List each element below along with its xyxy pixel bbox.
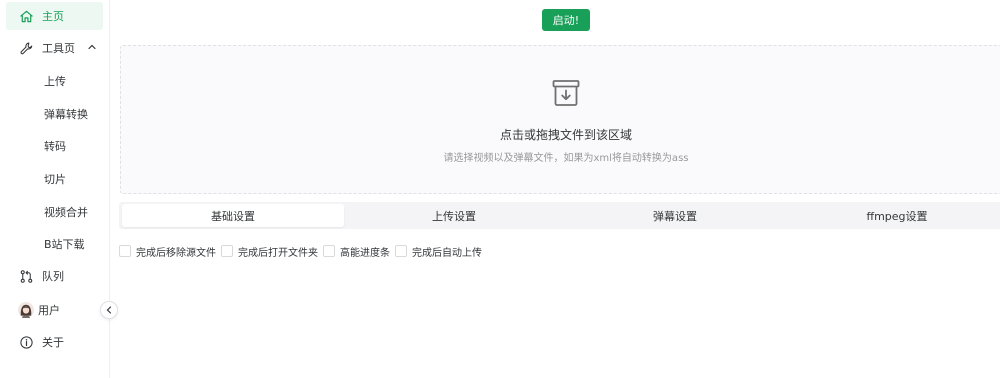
- tab-upload-settings[interactable]: 上传设置: [343, 204, 565, 227]
- sidebar-item-label: B站下载: [44, 238, 85, 251]
- sidebar-subitem-transcode[interactable]: 转码: [6, 132, 103, 160]
- start-button[interactable]: 启动!: [542, 9, 590, 31]
- checkbox[interactable]: [395, 245, 407, 257]
- basic-options: 完成后移除源文件 完成后打开文件夹 高能进度条 完成后自动上传: [119, 243, 487, 259]
- option-open-folder[interactable]: 完成后打开文件夹: [221, 244, 318, 259]
- checkbox[interactable]: [323, 245, 335, 257]
- sidebar-item-label: 视频合并: [44, 206, 88, 219]
- checkbox[interactable]: [221, 245, 233, 257]
- option-label: 完成后自动上传: [412, 247, 482, 259]
- chevron-up-icon: [87, 42, 97, 55]
- tab-danmaku-settings[interactable]: 弹幕设置: [564, 204, 786, 227]
- sidebar-item-about[interactable]: 关于: [6, 328, 103, 356]
- option-auto-upload[interactable]: 完成后自动上传: [395, 244, 482, 259]
- info-icon: [18, 334, 34, 350]
- tab-basic-settings[interactable]: 基础设置: [122, 204, 344, 227]
- sidebar-subitem-bilibili-download[interactable]: B站下载: [6, 230, 103, 258]
- sidebar-subitem-video-merge[interactable]: 视频合并: [6, 198, 103, 226]
- sidebar-item-label: 主页: [42, 10, 64, 23]
- sidebar-item-home[interactable]: 主页: [6, 2, 103, 30]
- option-progress-bar[interactable]: 高能进度条: [323, 244, 390, 259]
- sidebar-item-user[interactable]: 用户: [6, 296, 103, 324]
- sidebar-item-label: 转码: [44, 140, 66, 153]
- option-remove-source[interactable]: 完成后移除源文件: [119, 244, 216, 259]
- archive-download-icon: [551, 78, 581, 111]
- sidebar-item-queue[interactable]: 队列: [6, 262, 103, 290]
- queue-icon: [18, 268, 34, 284]
- sidebar-subitem-danmaku-convert[interactable]: 弹幕转换: [6, 100, 103, 128]
- home-icon: [18, 8, 34, 24]
- tab-ffmpeg-settings[interactable]: ffmpeg设置: [786, 204, 1000, 227]
- upload-dropzone[interactable]: 点击或拖拽文件到该区域 请选择视频以及弹幕文件，如果为xml将自动转换为ass: [120, 45, 1000, 194]
- sidebar-subitem-upload[interactable]: 上传: [6, 67, 103, 95]
- sidebar-item-label: 用户: [38, 304, 60, 317]
- dropzone-hint: 请选择视频以及弹幕文件，如果为xml将自动转换为ass: [443, 153, 689, 164]
- dropzone-title: 点击或拖拽文件到该区域: [499, 128, 632, 142]
- chevron-left-icon: [105, 304, 113, 317]
- option-label: 完成后打开文件夹: [238, 247, 318, 259]
- option-label: 完成后移除源文件: [136, 247, 216, 259]
- settings-tabs: 基础设置 上传设置 弹幕设置 ffmpeg设置: [119, 202, 1000, 229]
- collapse-sidebar-button[interactable]: [100, 301, 118, 319]
- sidebar-item-label: 关于: [42, 336, 64, 349]
- option-label: 高能进度条: [340, 247, 390, 259]
- sidebar-item-label: 队列: [42, 270, 64, 283]
- wrench-icon: [18, 40, 34, 56]
- sidebar-item-label: 上传: [44, 75, 66, 88]
- sidebar-item-tools[interactable]: 工具页: [6, 34, 103, 62]
- sidebar-item-label: 工具页: [42, 42, 75, 55]
- sidebar: 主页 工具页 上传 弹幕转换 转码 切片 视频合并 B站下载 队列 用户 关于: [0, 0, 110, 378]
- checkbox[interactable]: [119, 245, 131, 257]
- sidebar-subitem-clip[interactable]: 切片: [6, 165, 103, 193]
- sidebar-item-label: 弹幕转换: [44, 108, 88, 121]
- user-avatar: [18, 302, 34, 318]
- sidebar-item-label: 切片: [44, 173, 66, 186]
